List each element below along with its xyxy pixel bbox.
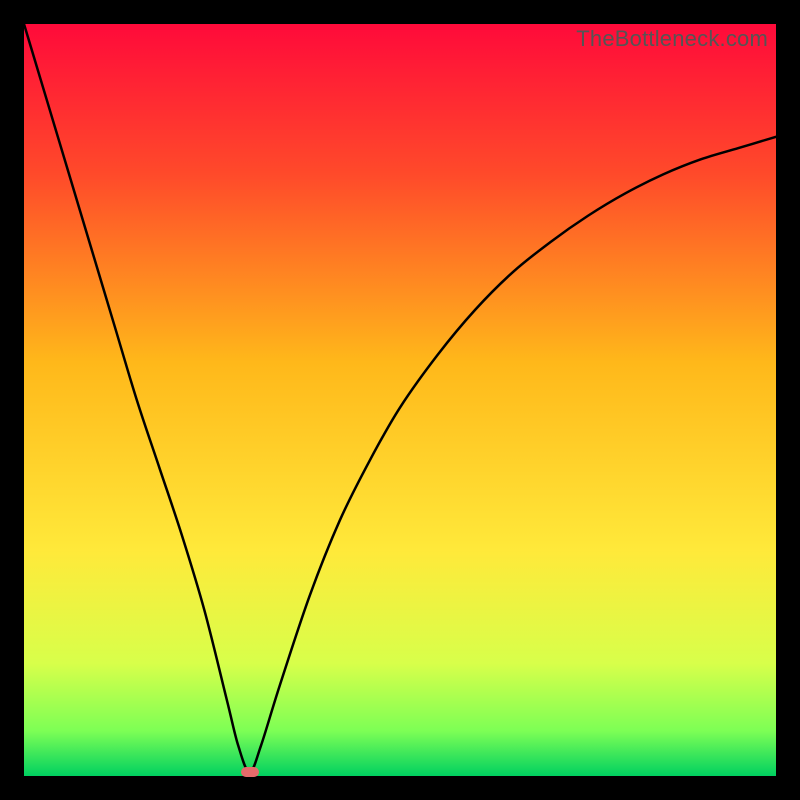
watermark-text: TheBottleneck.com [576, 26, 768, 52]
chart-frame: TheBottleneck.com [24, 24, 776, 776]
bottleneck-curve [24, 24, 776, 776]
minimum-marker [241, 767, 259, 777]
